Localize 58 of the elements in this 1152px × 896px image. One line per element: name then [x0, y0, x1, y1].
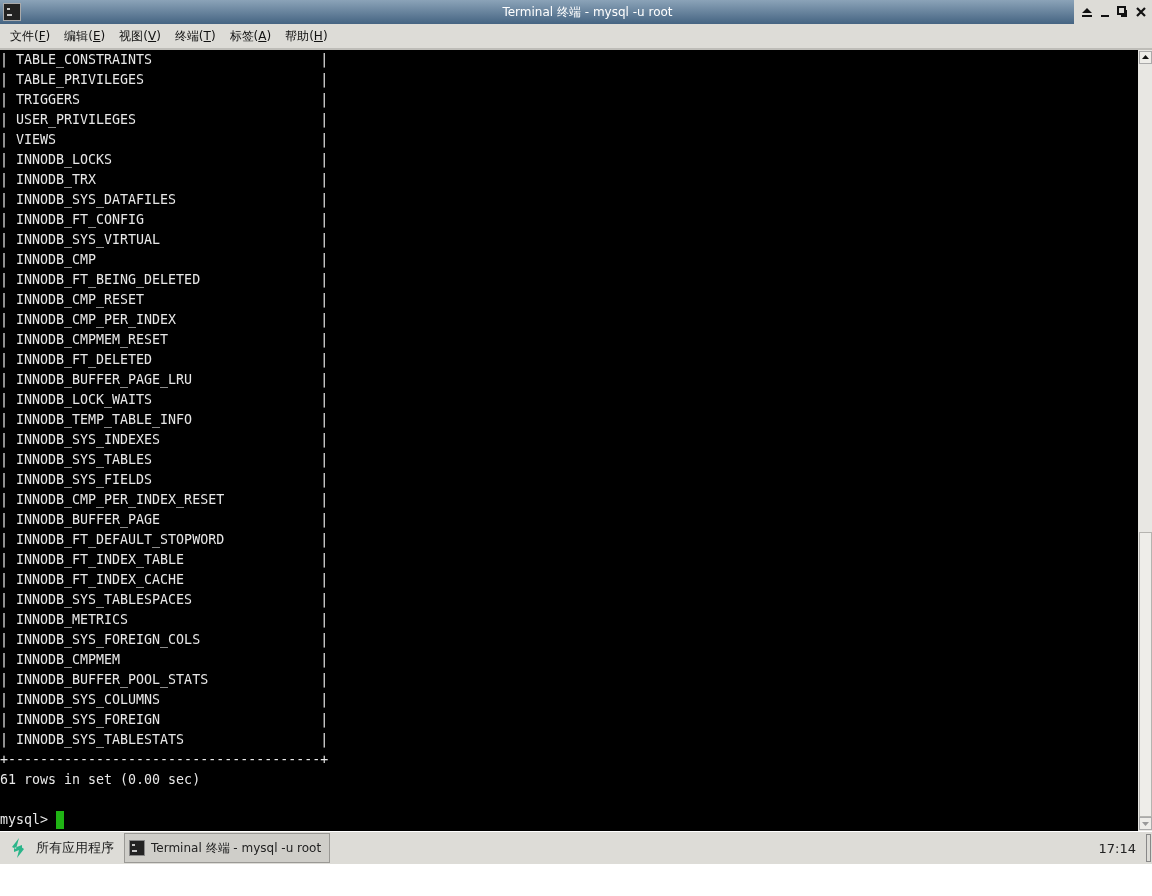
menu-item[interactable]: 视图(V) — [113, 25, 167, 47]
terminal-line: | INNODB_CMPMEM_RESET | — [0, 331, 330, 350]
terminal-line: | INNODB_CMP_PER_INDEX | — [0, 311, 330, 330]
terminal-line: | INNODB_SYS_FIELDS | — [0, 471, 330, 490]
terminal-line: | TABLE_CONSTRAINTS | — [0, 51, 330, 70]
prompt: mysql> — [0, 811, 49, 829]
terminal-line: +---------------------------------------+ — [0, 751, 330, 769]
close-icon[interactable] — [1134, 5, 1148, 19]
menu-item[interactable]: 标签(A) — [223, 25, 278, 47]
terminal-line: | USER_PRIVILEGES | — [0, 111, 330, 130]
terminal-line: | INNODB_BUFFER_POOL_STATS | — [0, 671, 330, 690]
terminal-line: | INNODB_FT_CONFIG | — [0, 211, 330, 230]
clock: 17:14 — [1098, 840, 1136, 856]
terminal-line: | INNODB_BUFFER_PAGE | — [0, 511, 330, 530]
terminal-line: | INNODB_SYS_VIRTUAL | — [0, 231, 330, 250]
terminal-line: 61 rows in set (0.00 sec) — [0, 771, 202, 789]
menu-item[interactable]: 文件(F) — [4, 25, 57, 47]
menu-item[interactable]: 帮助(H) — [279, 25, 334, 47]
terminal-line: | INNODB_LOCK_WAITS | — [0, 391, 330, 410]
window-title: Terminal 终端 - mysql -u root — [501, 3, 674, 21]
menu-item[interactable]: 编辑(E) — [58, 25, 112, 47]
terminal-line: | INNODB_TRX | — [0, 171, 330, 190]
apps-menu-button[interactable]: 所有应用程序 — [0, 834, 124, 862]
terminal-line: | INNODB_SYS_FOREIGN | — [0, 711, 330, 730]
scroll-up-icon[interactable] — [1138, 51, 1152, 64]
terminal-line: | INNODB_FT_INDEX_CACHE | — [0, 571, 330, 590]
scroll-thumb[interactable] — [1138, 532, 1152, 817]
terminal-line: | INNODB_CMP_RESET | — [0, 291, 330, 310]
terminal-line: | INNODB_METRICS | — [0, 611, 330, 630]
terminal-line: | INNODB_SYS_FOREIGN_COLS | — [0, 631, 330, 650]
terminal-line: | INNODB_SYS_TABLESPACES | — [0, 591, 330, 610]
terminal-line: | INNODB_FT_BEING_DELETED | — [0, 271, 330, 290]
terminal-line: | INNODB_FT_INDEX_TABLE | — [0, 551, 330, 570]
terminal-line: | INNODB_SYS_TABLES | — [0, 451, 330, 470]
menu-item[interactable]: 终端(T) — [168, 25, 222, 47]
terminal-icon[interactable] — [3, 3, 21, 21]
terminal-line: | INNODB_CMP_PER_INDEX_RESET | — [0, 491, 330, 510]
scrollbar[interactable] — [1138, 50, 1152, 831]
terminal-line: | INNODB_FT_DELETED | — [0, 351, 330, 370]
terminal-line: | INNODB_CMP | — [0, 251, 330, 270]
terminal-line: | INNODB_SYS_DATAFILES | — [0, 191, 330, 210]
terminal-line: | TABLE_PRIVILEGES | — [0, 71, 330, 90]
terminal-line: | TRIGGERS | — [0, 91, 330, 110]
maximize-icon[interactable] — [1116, 5, 1130, 19]
panel-handle[interactable] — [1146, 834, 1151, 862]
taskbar-task[interactable]: Terminal 终端 - mysql -u root — [124, 833, 331, 863]
terminal-line: | INNODB_SYS_COLUMNS | — [0, 691, 330, 710]
cursor — [56, 811, 65, 829]
terminal-line: | VIEWS | — [0, 131, 330, 150]
terminal-line: | INNODB_LOCKS | — [0, 151, 330, 170]
terminal-line: | INNODB_SYS_INDEXES | — [0, 431, 330, 450]
shade-icon[interactable] — [1080, 5, 1094, 19]
terminal-line: | INNODB_FT_DEFAULT_STOPWORD | — [0, 531, 330, 550]
terminal-line: | INNODB_SYS_TABLESTATS | — [0, 731, 330, 750]
terminal-line: | INNODB_TEMP_TABLE_INFO | — [0, 411, 330, 430]
terminal-line: | INNODB_CMPMEM | — [0, 651, 330, 670]
terminal-icon — [129, 840, 145, 856]
terminal-line: | INNODB_BUFFER_PAGE_LRU | — [0, 371, 330, 390]
